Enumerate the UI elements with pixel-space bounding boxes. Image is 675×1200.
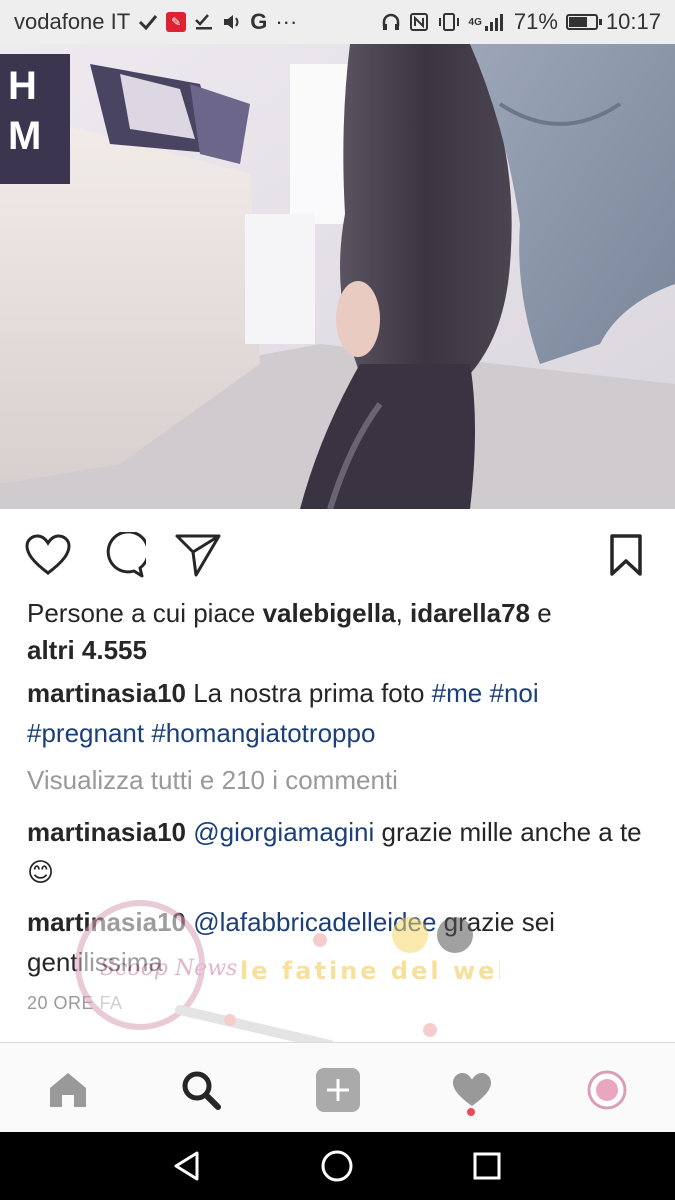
comment-icon bbox=[106, 532, 146, 578]
comment-item: martinasia10 @giorgiamagini grazie mille… bbox=[27, 812, 647, 892]
home-icon bbox=[50, 1073, 86, 1107]
liker-link[interactable]: idarella78 bbox=[410, 598, 530, 628]
heart-icon bbox=[25, 534, 71, 575]
recents-button[interactable] bbox=[467, 1146, 507, 1186]
clock: 10:17 bbox=[605, 9, 661, 34]
back-icon bbox=[174, 1151, 199, 1181]
liker-link[interactable]: valebigella bbox=[263, 598, 396, 628]
notification-app-icon: ✎ bbox=[166, 12, 187, 32]
circle-home-icon bbox=[321, 1150, 353, 1182]
hashtag-link[interactable]: #noi bbox=[489, 678, 538, 708]
heart-icon bbox=[453, 1073, 491, 1106]
signal-icon: 4G bbox=[469, 13, 506, 31]
battery-icon bbox=[565, 14, 602, 30]
status-left: vodafone IT ✎ G ··· bbox=[14, 9, 297, 35]
post-photo[interactable]: H M bbox=[0, 44, 675, 509]
likes-and: e bbox=[530, 598, 552, 628]
android-navigation-bar bbox=[0, 1132, 675, 1200]
google-icon: G bbox=[250, 9, 268, 34]
battery-percent: 71% bbox=[513, 9, 558, 34]
comment-mention[interactable]: @lafabbricadelleidee bbox=[193, 907, 436, 937]
bookmark-icon bbox=[610, 534, 642, 576]
more-icon: ··· bbox=[275, 9, 298, 34]
hashtag-link[interactable]: #me bbox=[432, 678, 483, 708]
bottom-navigation bbox=[0, 1042, 675, 1132]
headphones-icon bbox=[381, 12, 401, 32]
comment-username[interactable]: martinasia10 bbox=[27, 817, 186, 847]
status-right: 4G 71% 10:17 bbox=[381, 9, 661, 35]
back-button[interactable] bbox=[167, 1146, 207, 1186]
view-all-comments-link[interactable]: Visualizza tutti e 210 i commenti bbox=[27, 762, 398, 798]
send-icon bbox=[175, 534, 221, 577]
post-action-bar bbox=[0, 520, 675, 590]
post-caption: martinasia10 La nostra prima foto #me #n… bbox=[27, 673, 647, 753]
search-icon bbox=[182, 1071, 221, 1110]
caption-text: La nostra prima foto bbox=[185, 678, 432, 708]
vibrate-icon bbox=[437, 12, 461, 32]
nav-profile[interactable] bbox=[582, 1065, 632, 1115]
nav-search[interactable] bbox=[176, 1065, 226, 1115]
profile-avatar bbox=[587, 1070, 627, 1110]
share-button[interactable] bbox=[173, 530, 223, 580]
likes-prefix: Persone a cui piace bbox=[27, 598, 263, 628]
volume-icon bbox=[222, 13, 242, 31]
svg-text:M: M bbox=[8, 114, 41, 158]
save-button[interactable] bbox=[601, 530, 651, 580]
home-system-button[interactable] bbox=[317, 1146, 357, 1186]
likes-summary[interactable]: Persone a cui piace valebigella, idarell… bbox=[27, 595, 647, 669]
battery-fill bbox=[568, 17, 588, 27]
post-timestamp: 20 ORE FA bbox=[27, 993, 123, 1013]
nav-add[interactable] bbox=[313, 1065, 363, 1115]
check-icon bbox=[138, 13, 158, 31]
hashtag-link[interactable]: #pregnant bbox=[27, 718, 144, 748]
comment-mention[interactable]: @giorgiamagini bbox=[193, 817, 374, 847]
nfc-icon bbox=[409, 12, 429, 32]
comment-item: martinasia10 @lafabbricadelleidee grazie… bbox=[27, 902, 647, 982]
caption-username[interactable]: martinasia10 bbox=[27, 678, 186, 708]
nav-home[interactable] bbox=[43, 1065, 93, 1115]
status-bar: vodafone IT ✎ G ··· 4G 71% 10:17 bbox=[0, 0, 675, 44]
add-icon bbox=[316, 1068, 360, 1112]
comment-button[interactable] bbox=[98, 530, 148, 580]
carrier-name: vodafone IT bbox=[14, 9, 131, 34]
activity-notification-dot bbox=[467, 1108, 475, 1116]
likes-others-link[interactable]: altri 4.555 bbox=[27, 635, 147, 665]
recents-icon bbox=[473, 1152, 501, 1180]
likes-separator: , bbox=[395, 598, 411, 628]
network-type: 4G bbox=[468, 16, 482, 28]
hashtag-link[interactable]: #homangiatotroppo bbox=[151, 718, 375, 748]
checklist-icon bbox=[194, 13, 214, 31]
comment-username[interactable]: martinasia10 bbox=[27, 907, 186, 937]
like-button[interactable] bbox=[23, 530, 73, 580]
post-photo-image: H M bbox=[0, 44, 675, 509]
svg-text:H: H bbox=[8, 64, 37, 108]
